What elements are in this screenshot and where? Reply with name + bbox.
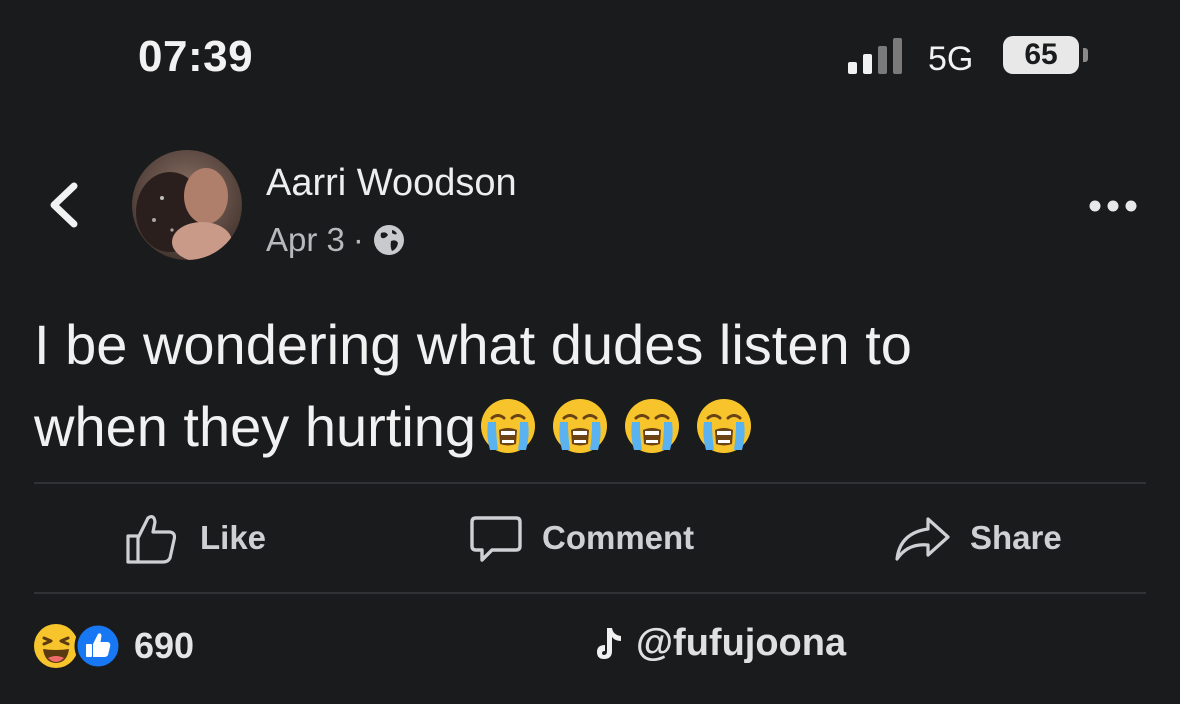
- share-arrow-icon: [895, 517, 950, 561]
- reaction-count: 690: [134, 625, 195, 666]
- loudly-crying-face-icon: [481, 399, 536, 453]
- tiktok-watermark: @fufujoona: [592, 622, 846, 665]
- divider: [34, 592, 1146, 594]
- comment-button[interactable]: Comment: [470, 506, 694, 570]
- like-button[interactable]: Like: [124, 506, 266, 570]
- globe-icon: [373, 225, 404, 255]
- ellipsis-icon: [1089, 200, 1137, 212]
- share-button[interactable]: Share: [894, 506, 1062, 570]
- loudly-crying-face-icon: [625, 399, 680, 453]
- status-time: 07:39: [138, 32, 254, 81]
- tiktok-logo-icon: [597, 627, 621, 659]
- status-bar: 07:39 5G 65: [0, 0, 1180, 100]
- loudly-crying-face-icon: [697, 399, 752, 453]
- comment-icon: [470, 516, 522, 562]
- post-text-line-2-text: when they hurting: [34, 395, 477, 458]
- watermark-handle: @fufujoona: [636, 622, 847, 664]
- emoji-row: [476, 395, 754, 458]
- author-name[interactable]: Aarri Woodson: [266, 162, 517, 205]
- network-type: 5G: [928, 40, 974, 78]
- post-date[interactable]: Apr 3: [266, 221, 345, 259]
- thumbs-up-icon: [126, 515, 177, 564]
- post-text-line-1: I be wondering what dudes listen to: [34, 313, 912, 376]
- like-label: Like: [200, 519, 267, 556]
- share-label: Share: [970, 519, 1062, 556]
- battery-level: 65: [1003, 36, 1079, 74]
- more-options-button[interactable]: [1088, 196, 1138, 216]
- loudly-crying-face-icon: [553, 399, 608, 453]
- battery-tip: [1083, 48, 1088, 62]
- signal-strength-icon: [848, 38, 902, 74]
- reaction-summary[interactable]: 690: [32, 622, 194, 670]
- post-text-line-2: when they hurting: [34, 386, 1154, 468]
- avatar[interactable]: [132, 150, 242, 260]
- thumbs-up-reaction-icon: [74, 622, 122, 670]
- chevron-left-icon: [50, 182, 78, 228]
- post-text: I be wondering what dudes listen to when…: [34, 304, 1154, 468]
- comment-label: Comment: [542, 519, 695, 556]
- post-meta: Apr 3 ·: [266, 220, 406, 260]
- avatar-image: [132, 150, 242, 260]
- divider: [34, 482, 1146, 484]
- meta-separator: ·: [352, 221, 364, 258]
- laughing-face-icon: [34, 624, 78, 668]
- back-button[interactable]: [44, 180, 84, 230]
